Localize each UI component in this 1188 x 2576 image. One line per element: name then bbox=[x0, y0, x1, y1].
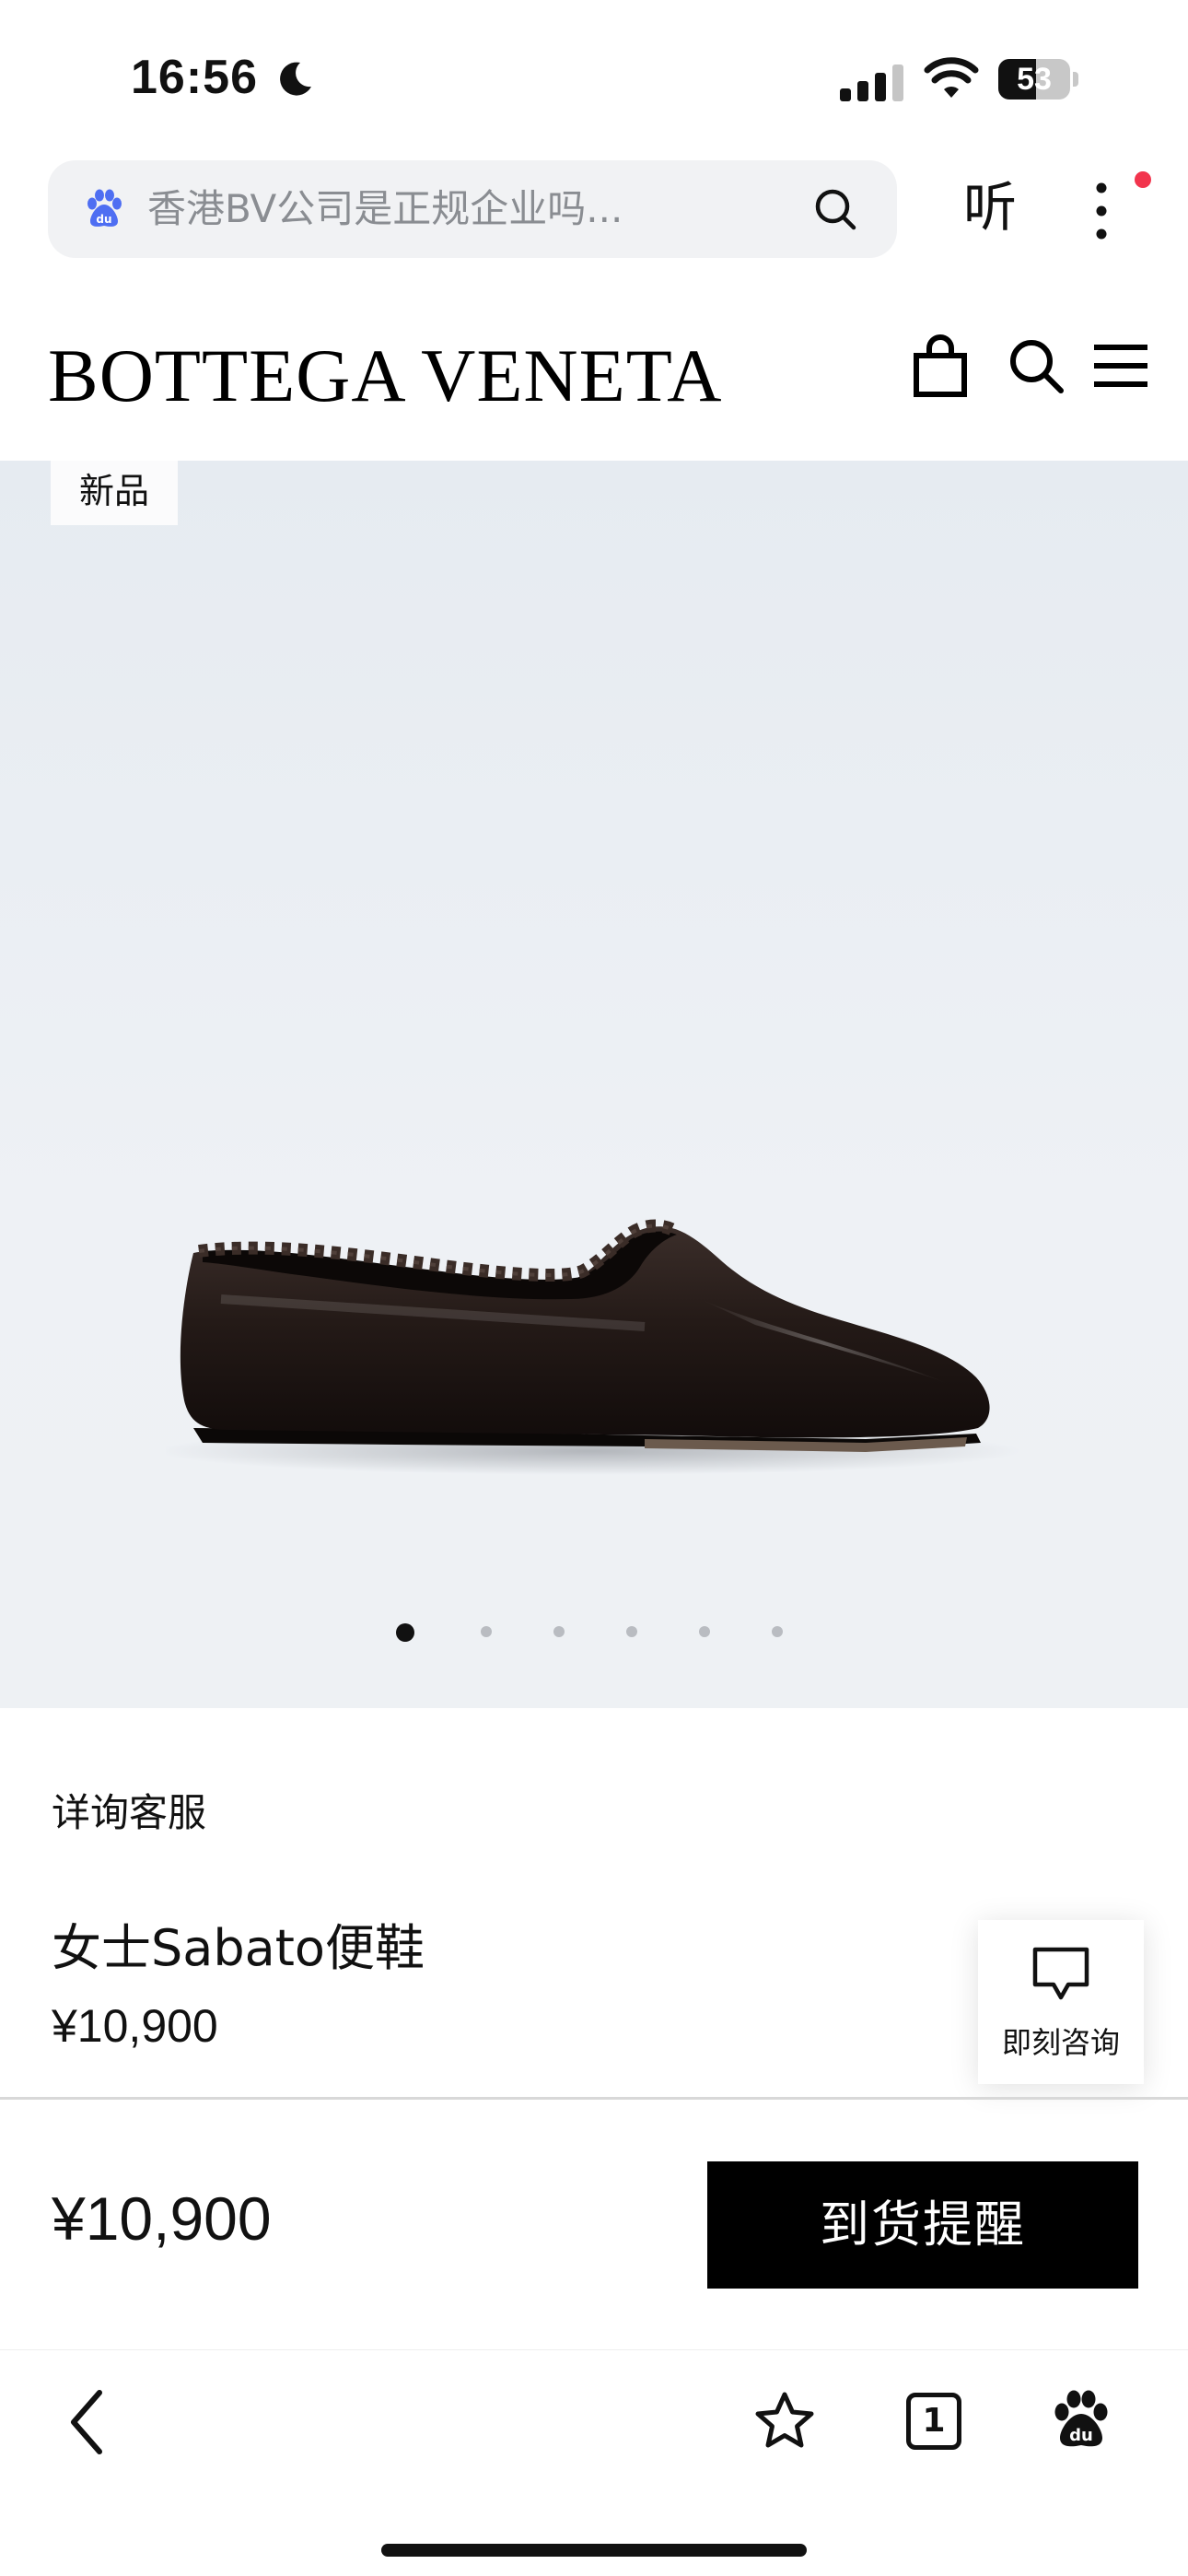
wifi-icon bbox=[924, 57, 979, 98]
carousel-dot-6[interactable] bbox=[772, 1626, 783, 1637]
product-price: ¥10,900 bbox=[52, 2000, 218, 2052]
browser-toolbar: 1 du bbox=[0, 2349, 1188, 2576]
consult-now-button[interactable]: 即刻咨询 bbox=[978, 1920, 1144, 2084]
hamburger-menu-icon[interactable] bbox=[1094, 343, 1147, 389]
search-icon[interactable] bbox=[812, 186, 858, 232]
tabs-button[interactable]: 1 bbox=[906, 2393, 961, 2450]
restock-notify-button[interactable]: 到货提醒 bbox=[707, 2161, 1138, 2289]
new-badge: 新品 bbox=[51, 461, 178, 525]
notification-dot bbox=[1135, 171, 1151, 188]
brand-logo[interactable]: BOTTEGA VENETA bbox=[48, 330, 722, 422]
carousel-dot-2[interactable] bbox=[481, 1626, 492, 1637]
product-image-carousel[interactable]: 新品 bbox=[0, 461, 1188, 1708]
svg-text:du: du bbox=[1069, 2426, 1093, 2445]
home-indicator bbox=[381, 2544, 807, 2557]
browser-search-bar[interactable]: du 香港BV公司是正规企业吗... bbox=[48, 160, 897, 258]
signal-icon bbox=[840, 64, 903, 101]
chat-bubble-icon bbox=[1032, 1947, 1089, 2000]
listen-button[interactable]: 听 bbox=[963, 175, 1017, 240]
baidu-paw-icon: du bbox=[87, 189, 122, 227]
battery-indicator: 53 bbox=[998, 59, 1078, 100]
status-bar: 16:56 53 bbox=[0, 0, 1188, 157]
more-vertical-icon[interactable] bbox=[1092, 179, 1111, 243]
site-header: BOTTEGA VENETA bbox=[0, 295, 1188, 461]
battery-tip bbox=[1073, 72, 1078, 87]
divider bbox=[0, 2097, 1188, 2100]
loafer-shoe-image bbox=[166, 1219, 1022, 1475]
carousel-dots[interactable] bbox=[396, 1623, 801, 1642]
product-name: 女士Sabato便鞋 bbox=[52, 1919, 425, 1977]
svg-text:du: du bbox=[96, 213, 111, 226]
carousel-dot-4[interactable] bbox=[626, 1626, 637, 1637]
consult-now-label: 即刻咨询 bbox=[1001, 2025, 1120, 2060]
star-icon[interactable] bbox=[751, 2389, 818, 2453]
search-icon[interactable] bbox=[1007, 337, 1065, 394]
back-icon[interactable] bbox=[64, 2385, 111, 2459]
moon-icon bbox=[280, 62, 311, 96]
customer-service-link[interactable]: 详询客服 bbox=[52, 1782, 206, 1838]
sticky-price: ¥10,900 bbox=[52, 2184, 272, 2253]
carousel-dot-5[interactable] bbox=[699, 1626, 710, 1637]
shopping-bag-icon[interactable] bbox=[912, 334, 969, 398]
battery-level: 53 bbox=[1017, 62, 1052, 97]
carousel-dot-3[interactable] bbox=[553, 1626, 565, 1637]
search-query-text[interactable]: 香港BV公司是正规企业吗... bbox=[147, 160, 623, 258]
carousel-dot-1[interactable] bbox=[396, 1623, 414, 1642]
status-time: 16:56 bbox=[131, 51, 258, 104]
baidu-paw-icon[interactable]: du bbox=[1050, 2389, 1112, 2452]
battery-body: 53 bbox=[998, 59, 1070, 100]
